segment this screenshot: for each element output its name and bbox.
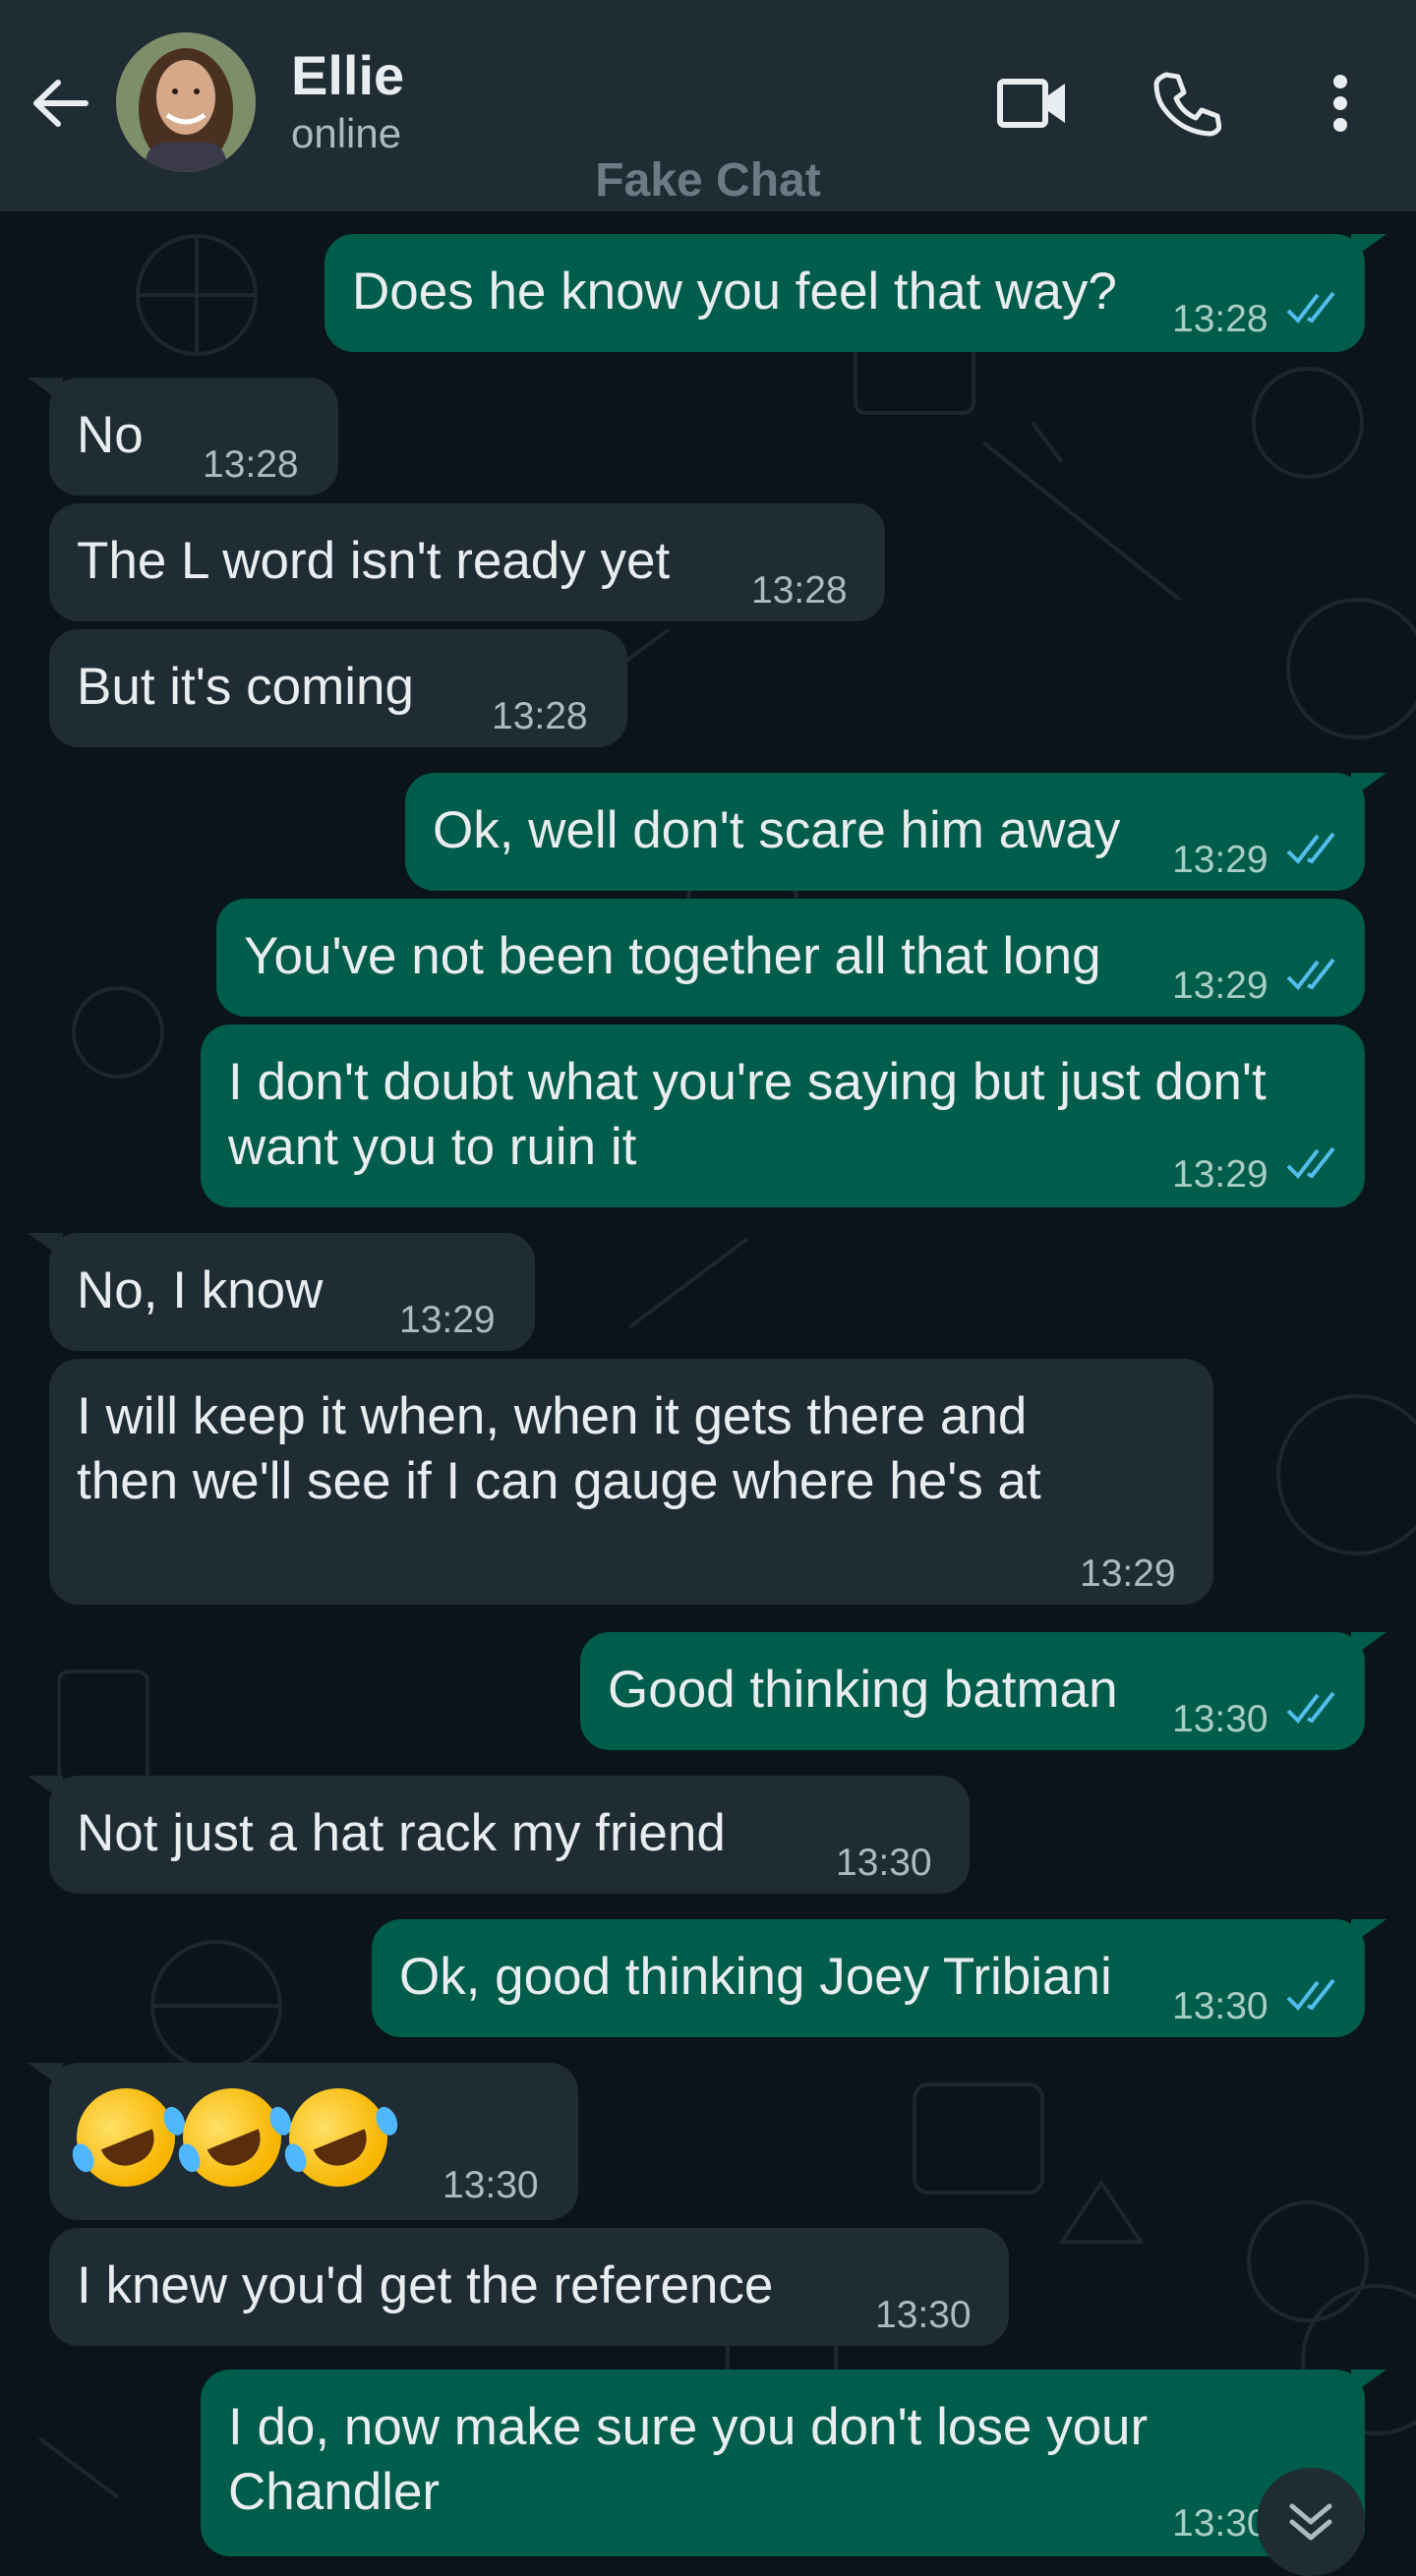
message-text: Good thinking batman [608,1661,1118,1719]
message-time: 13:28 [492,695,588,737]
message-time: 13:29 [1172,965,1268,1007]
message-time: 13:30 [1172,1698,1268,1740]
bubble-tail [28,1776,63,1801]
message-text: I do, now make sure you don't lose your … [228,2398,1149,2521]
message-bubble-outgoing[interactable]: Ok, good thinking Joey Tribiani 13:30 [372,1919,1386,2037]
message-bubble-incoming[interactable]: I will keep it when, when it gets there … [49,1359,1213,1605]
message-bubble-outgoing[interactable]: You've not been together all that long 1… [216,899,1365,1017]
message-bubble-incoming[interactable]: No, I know 13:29 [28,1233,535,1351]
message-time: 13:28 [751,569,848,612]
message-text: I don't doubt what you're saying but jus… [228,1053,1267,1176]
message-time: 13:29 [399,1299,496,1341]
double-tick-icon [1286,1978,1335,2012]
bubble-tail [1351,1919,1386,1945]
rolling-on-floor-laughing-emoji [167,2073,297,2202]
double-tick-icon [1286,958,1335,991]
chevron-double-down-icon [1289,2503,1332,2541]
message-bubble-incoming[interactable]: Not just a hat rack my friend 13:30 [28,1776,970,1894]
message-bubble-incoming[interactable]: 13:30 [28,2063,578,2220]
double-tick-icon [1286,832,1335,865]
message-time: 13:29 [1080,1552,1176,1595]
message-time: 13:30 [1172,2502,1268,2545]
message-bubble-incoming[interactable]: But it's coming 13:28 [49,629,627,747]
bubble-tail [1351,234,1386,260]
contact-status: online [291,110,402,156]
double-tick-icon [1286,291,1335,324]
back-arrow-icon[interactable] [26,69,94,138]
scroll-to-bottom-button[interactable] [1257,2468,1365,2576]
message-bubble-incoming[interactable]: The L word isn't ready yet 13:28 [49,503,885,621]
message-time: 13:30 [875,2294,972,2336]
bubble-tail [28,2063,63,2088]
emoji-row [61,2073,403,2202]
message-text: But it's coming [77,658,414,716]
rolling-on-floor-laughing-emoji [61,2073,191,2202]
message-bubble-outgoing[interactable]: I do, now make sure you don't lose your … [201,2370,1386,2556]
message-text: No, I know [77,1261,324,1319]
video-call-icon[interactable] [991,61,1076,146]
message-text: You've not been together all that long [244,927,1101,985]
bubble-tail [1351,2370,1386,2395]
message-time: 13:30 [836,1842,932,1884]
contact-name[interactable]: Ellie [291,43,404,107]
rolling-on-floor-laughing-emoji [273,2073,403,2202]
avatar[interactable] [116,32,256,172]
message-bubble-outgoing[interactable]: I don't doubt what you're saying but jus… [201,1025,1365,1207]
message-text: Ok, well don't scare him away [433,801,1121,859]
message-bubble-incoming[interactable]: No 13:28 [28,378,338,496]
message-time: 13:30 [442,2164,539,2206]
message-text: No [77,406,144,464]
message-text: I knew you'd get the reference [77,2256,774,2314]
message-time: 13:29 [1172,839,1268,881]
phone-icon[interactable] [1145,61,1229,146]
double-tick-icon [1286,1691,1335,1725]
double-tick-icon [1286,1146,1335,1180]
more-vertical-icon[interactable] [1298,61,1383,146]
message-time: 13:28 [203,443,299,486]
bubble-tail [1351,773,1386,798]
message-text: I will keep it when, when it gets there … [77,1387,1041,1510]
message-time: 13:29 [1172,1153,1268,1196]
bubble-tail [1351,1632,1386,1658]
message-bubble-incoming[interactable]: I knew you'd get the reference 13:30 [49,2228,1009,2346]
message-bubble-outgoing[interactable]: Good thinking batman 13:30 [580,1632,1386,1750]
fake-chat-watermark: Fake Chat [595,154,821,206]
message-text: The L word isn't ready yet [77,532,671,590]
message-text: Not just a hat rack my friend [77,1804,726,1862]
message-bubble-outgoing[interactable]: Ok, well don't scare him away 13:29 [405,773,1386,891]
bubble-tail [28,1233,63,1259]
message-bubble-outgoing[interactable]: Does he know you feel that way? 13:28 [324,234,1386,352]
bubble-tail [28,378,63,403]
message-text: Ok, good thinking Joey Tribiani [399,1948,1112,2006]
message-text: Does he know you feel that way? [352,263,1117,321]
message-time: 13:28 [1172,298,1268,340]
message-time: 13:30 [1172,1985,1268,2027]
